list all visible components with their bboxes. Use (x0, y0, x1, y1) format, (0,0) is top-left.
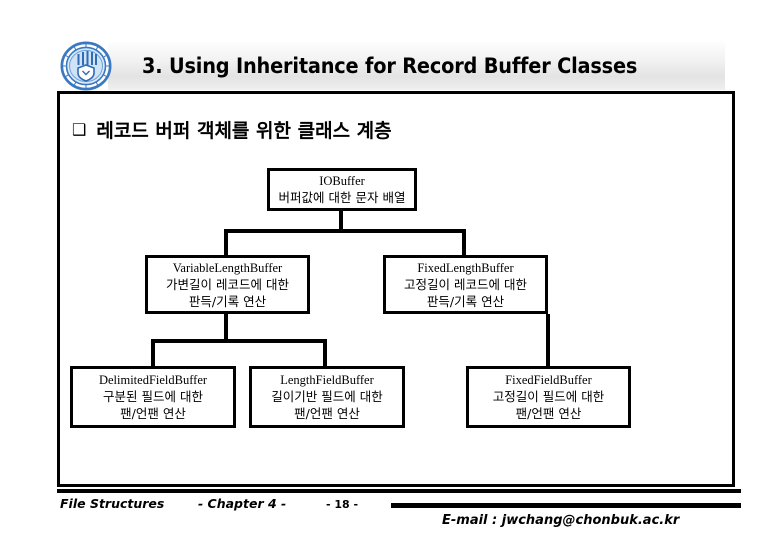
section-heading: ❑ 레코드 버퍼 객체를 위한 클래스 계층 (72, 116, 392, 143)
footer-page-number: - 18 - (326, 498, 359, 511)
footer-book-title: File Structures (60, 496, 165, 511)
section-heading-label: 레코드 버퍼 객체를 위한 클래스 계층 (96, 120, 392, 142)
page-title: 3. Using Inheritance for Record Buffer C… (142, 54, 638, 78)
footer-divider (57, 489, 741, 493)
footer-accent-bar (391, 503, 741, 508)
footer-email: E-mail : jwchang@chonbuk.ac.kr (442, 513, 680, 528)
footer-chapter: - Chapter 4 - (198, 496, 287, 511)
university-seal-icon (58, 40, 114, 92)
square-bullet-icon: ❑ (72, 120, 87, 139)
content-frame (57, 91, 735, 487)
slide-root: 3. Using Inheritance for Record Buffer C… (0, 0, 780, 540)
